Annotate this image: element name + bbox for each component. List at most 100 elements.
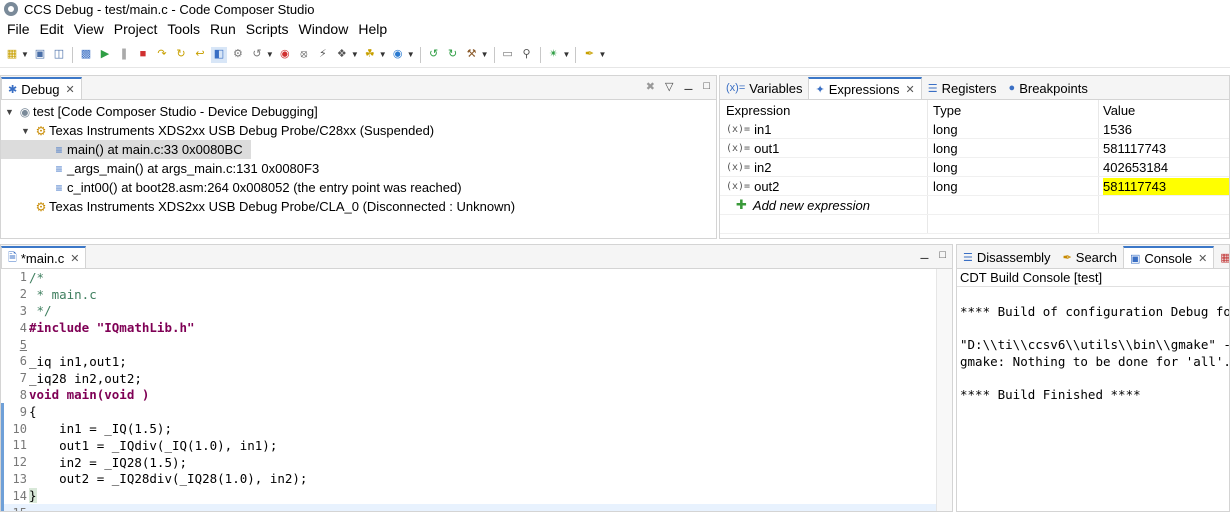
tab-debug[interactable]: ✱ Debug ✕ bbox=[1, 77, 82, 99]
chevron-down-icon[interactable]: ▼ bbox=[5, 107, 17, 117]
maximize-icon[interactable]: □ bbox=[703, 80, 710, 93]
menu-edit[interactable]: Edit bbox=[35, 21, 69, 37]
tab-variables[interactable]: (x)= Variables bbox=[720, 77, 808, 99]
search-icon[interactable]: ⚲ bbox=[519, 47, 535, 63]
code-line[interactable]: 13 out2 = _IQ28div(_IQ28(1.0), in2); bbox=[1, 471, 952, 488]
chevron-down-icon[interactable]: ▼ bbox=[351, 50, 359, 59]
column-header-value[interactable]: Value bbox=[1099, 100, 1229, 120]
debug-session-row[interactable]: ▼ ◉ test [Code Composer Studio - Device … bbox=[1, 102, 716, 121]
value-cell[interactable]: 581117743 bbox=[1099, 139, 1229, 157]
menu-help[interactable]: Help bbox=[353, 21, 392, 37]
chevron-down-icon[interactable]: ▼ bbox=[563, 50, 571, 59]
menu-tools[interactable]: Tools bbox=[162, 21, 205, 37]
code-line[interactable]: 8 void main(void ) bbox=[1, 387, 952, 404]
maximize-icon[interactable]: □ bbox=[939, 249, 946, 262]
menu-run[interactable]: Run bbox=[205, 21, 241, 37]
code-editor[interactable]: 1/* 2 * main.c 3 */ 4 #include "IQmathLib… bbox=[1, 269, 952, 511]
debug-icon[interactable]: ✴ bbox=[546, 47, 562, 63]
close-icon[interactable]: ✕ bbox=[906, 83, 915, 96]
save-icon[interactable]: ▣ bbox=[32, 47, 48, 63]
code-line[interactable]: 14} bbox=[1, 487, 952, 504]
menu-view[interactable]: View bbox=[69, 21, 109, 37]
current-code-line[interactable]: 15 bbox=[1, 504, 952, 511]
chevron-down-icon[interactable]: ▼ bbox=[21, 50, 29, 59]
code-line[interactable]: 9{ bbox=[1, 403, 952, 420]
load-program-icon[interactable]: ❖ bbox=[334, 47, 350, 63]
value-cell[interactable]: 1536 bbox=[1099, 120, 1229, 138]
console-output[interactable]: CDT Build Console [test] **** Build of c… bbox=[957, 269, 1229, 511]
menu-file[interactable]: File bbox=[2, 21, 35, 37]
chevron-down-icon[interactable]: ▼ bbox=[266, 50, 274, 59]
disconnected-target-row[interactable]: ⚙ Texas Instruments XDS2xx USB Debug Pro… bbox=[1, 197, 716, 216]
view-menu-icon[interactable]: ▽ bbox=[665, 80, 673, 93]
navigate-forward-icon[interactable]: ↻ bbox=[445, 47, 461, 63]
table-row[interactable]: (x)= in1 long 1536 bbox=[720, 120, 1229, 139]
tab-search[interactable]: ✒ Search bbox=[1057, 246, 1123, 268]
step-over-icon[interactable]: ↻ bbox=[173, 47, 189, 63]
value-cell[interactable]: 402653184 bbox=[1099, 158, 1229, 176]
value-cell-changed[interactable]: 581117743 bbox=[1099, 177, 1229, 195]
menu-project[interactable]: Project bbox=[109, 21, 163, 37]
minimize-icon[interactable]: ⚊ bbox=[919, 249, 929, 262]
menu-scripts[interactable]: Scripts bbox=[241, 21, 294, 37]
table-row[interactable]: (x)= out2 long 581117743 bbox=[720, 177, 1229, 196]
close-icon[interactable]: ✕ bbox=[70, 252, 79, 265]
code-line[interactable]: 3 */ bbox=[1, 303, 952, 320]
add-expression-cell[interactable]: ✚ Add new expression bbox=[720, 196, 928, 214]
editor-vertical-scrollbar[interactable] bbox=[936, 269, 952, 511]
close-icon[interactable]: ✕ bbox=[66, 83, 75, 96]
pin-icon[interactable]: ✒ bbox=[581, 47, 597, 63]
table-row[interactable]: (x)= out1 long 581117743 bbox=[720, 139, 1229, 158]
tab-console[interactable]: ▣ Console ✕ bbox=[1122, 246, 1215, 268]
memory-view-icon[interactable]: ▭ bbox=[500, 47, 516, 63]
build-icon[interactable]: ◉ bbox=[390, 47, 406, 63]
code-line[interactable]: 1/* bbox=[1, 269, 952, 286]
reset-icon[interactable]: ⚙ bbox=[230, 47, 246, 63]
code-line[interactable]: 11 out1 = _IQdiv(_IQ(1.0), in1); bbox=[1, 437, 952, 454]
navigate-back-icon[interactable]: ↺ bbox=[426, 47, 442, 63]
tab-disassembly[interactable]: ☰ Disassembly bbox=[957, 246, 1057, 268]
debug-view-icon[interactable]: ▩ bbox=[78, 47, 94, 63]
column-header-expression[interactable]: Expression bbox=[720, 100, 928, 120]
minimize-icon[interactable]: ⚊ bbox=[683, 80, 693, 93]
stack-frame-row[interactable]: ≡ _args_main() at args_main.c:131 0x0080… bbox=[1, 159, 716, 178]
chevron-down-icon[interactable]: ▼ bbox=[598, 50, 606, 59]
resume-icon[interactable]: ▶ bbox=[97, 47, 113, 63]
code-line[interactable]: 4 #include "IQmathLib.h" bbox=[1, 319, 952, 336]
code-line[interactable]: 2 * main.c bbox=[1, 286, 952, 303]
column-header-type[interactable]: Type bbox=[928, 100, 1099, 120]
connect-icon[interactable]: ⚡ bbox=[315, 47, 331, 63]
code-line[interactable]: 10 in1 = _IQ(1.5); bbox=[1, 420, 952, 437]
remove-all-terminated-icon[interactable]: ✖ bbox=[646, 80, 655, 93]
code-line[interactable]: 6 _iq in1,out1; bbox=[1, 353, 952, 370]
step-return-icon[interactable]: ↩ bbox=[192, 47, 208, 63]
debug-target-row[interactable]: ▼ ⚙ Texas Instruments XDS2xx USB Debug P… bbox=[1, 121, 716, 140]
menu-window[interactable]: Window bbox=[294, 21, 354, 37]
stack-frame-row[interactable]: ≡ main() at main.c:33 0x0080BC bbox=[1, 140, 251, 159]
chevron-down-icon[interactable]: ▼ bbox=[379, 50, 387, 59]
step-into-icon[interactable]: ↷ bbox=[154, 47, 170, 63]
table-row[interactable]: (x)= in2 long 402653184 bbox=[720, 158, 1229, 177]
skip-breakpoints-icon[interactable]: ⦻ bbox=[296, 47, 312, 63]
tab-breakpoints[interactable]: ● Breakpoints bbox=[1003, 77, 1094, 99]
chevron-down-icon[interactable]: ▼ bbox=[407, 50, 415, 59]
code-line[interactable]: 12 in2 = _IQ28(1.5); bbox=[1, 454, 952, 471]
tools-icon[interactable]: ⚒ bbox=[464, 47, 480, 63]
terminate-icon[interactable]: ■ bbox=[135, 47, 151, 63]
tab-problems[interactable]: ▦ Pr bbox=[1214, 246, 1229, 268]
save-all-icon[interactable]: ◫ bbox=[51, 47, 67, 63]
chevron-down-icon[interactable]: ▼ bbox=[481, 50, 489, 59]
chevron-down-icon[interactable]: ▼ bbox=[21, 126, 33, 136]
code-line[interactable]: 5 bbox=[1, 336, 952, 353]
add-expression-row[interactable]: ✚ Add new expression bbox=[720, 196, 1229, 215]
code-line[interactable]: 7 _iq28 in2,out2; bbox=[1, 370, 952, 387]
new-icon[interactable]: ▦ bbox=[4, 47, 20, 63]
close-icon[interactable]: ✕ bbox=[1198, 252, 1207, 265]
suspend-icon[interactable]: ❚ bbox=[116, 47, 132, 63]
tab-registers[interactable]: ☰ Registers bbox=[922, 77, 1003, 99]
tab-expressions[interactable]: ✦ Expressions ✕ bbox=[808, 77, 922, 99]
run-script-icon[interactable]: ☘ bbox=[362, 47, 378, 63]
restart-icon[interactable]: ↺ bbox=[249, 47, 265, 63]
instruction-step-icon[interactable]: ◧ bbox=[210, 46, 227, 63]
tab-main-c[interactable]: 🗎 *main.c ✕ bbox=[1, 246, 87, 268]
